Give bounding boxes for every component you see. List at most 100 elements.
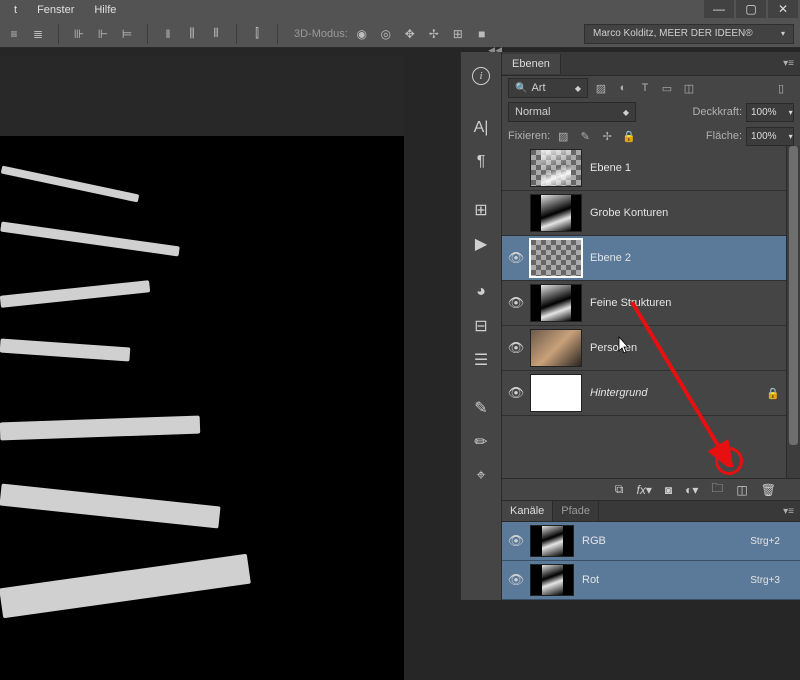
layer-style-icon[interactable]: fx▾	[637, 483, 652, 497]
swatches-icon[interactable]: ⊞	[461, 194, 501, 226]
align-icon[interactable]: ≡	[4, 24, 24, 44]
scrollbar[interactable]	[786, 146, 800, 478]
3d-tool-icon[interactable]: ◉	[352, 24, 372, 44]
link-layers-icon[interactable]: ⧉	[615, 482, 624, 497]
lock-position-icon[interactable]: ✢	[598, 127, 616, 145]
visibility-toggle[interactable]: 👁	[502, 572, 530, 588]
minimize-button[interactable]: —	[704, 0, 734, 18]
distribute-icon[interactable]: ⊩	[93, 24, 113, 44]
type-tool-icon[interactable]: A|	[461, 112, 501, 144]
layer-name[interactable]: Ebene 2	[590, 252, 631, 264]
3d-tool-icon[interactable]: ■	[472, 24, 492, 44]
visibility-toggle[interactable]: 👁	[502, 385, 530, 401]
swatches-grid-icon[interactable]: ⊟	[461, 310, 501, 342]
tab-pfade[interactable]: Pfade	[553, 501, 599, 521]
brush-icon[interactable]: ✎	[461, 392, 501, 424]
layer-name[interactable]: Hintergrund	[590, 387, 647, 399]
layers-panel: Ebenen ▾≡ 🔍 Art ◆ ▨ ◐ T ▭ ◫ ▯ Normal◆ De…	[502, 52, 800, 600]
tab-kanale[interactable]: Kanäle	[502, 501, 553, 521]
filter-adjustment-icon[interactable]: ◐	[614, 79, 632, 97]
3d-tool-icon[interactable]: ⊞	[448, 24, 468, 44]
layer-thumbnail[interactable]	[530, 194, 582, 232]
visibility-toggle[interactable]: 👁	[502, 533, 530, 549]
layer-thumbnail[interactable]	[530, 239, 582, 277]
distribute-icon[interactable]: ⫿	[247, 24, 267, 44]
project-name-dropdown[interactable]: Marco Kolditz, MEER DER IDEEN®▾	[584, 24, 794, 44]
channel-shortcut: Strg+3	[750, 575, 780, 586]
visibility-toggle[interactable]: 👁	[502, 340, 530, 356]
visibility-toggle[interactable]: 👁	[502, 295, 530, 311]
layer-thumbnail[interactable]	[530, 329, 582, 367]
lock-icon: 🔒	[766, 387, 780, 400]
3d-tool-icon[interactable]: ✢	[424, 24, 444, 44]
layer-filter-dropdown[interactable]: 🔍 Art ◆	[508, 78, 588, 98]
search-icon: 🔍	[515, 83, 527, 94]
adjustment-layer-icon[interactable]: ◐▾	[685, 483, 698, 497]
menu-hilfe[interactable]: Hilfe	[84, 4, 126, 16]
maximize-button[interactable]: ▢	[736, 0, 766, 18]
layer-row[interactable]: 👁 Feine Strukturen	[502, 281, 800, 326]
channels-list: 👁 RGB Strg+2 👁 Rot Strg+3	[502, 522, 800, 600]
3d-tool-icon[interactable]: ✥	[400, 24, 420, 44]
distribute-icon[interactable]: ‖	[158, 24, 178, 44]
info-icon[interactable]: i	[461, 60, 501, 92]
layer-row[interactable]: Ebene 1	[502, 146, 800, 191]
layer-row[interactable]: Grobe Konturen	[502, 191, 800, 236]
menu-fenster[interactable]: Fenster	[27, 4, 84, 16]
layer-thumbnail[interactable]	[530, 374, 582, 412]
layer-name[interactable]: Feine Strukturen	[590, 297, 671, 309]
fill-label: Fläche:	[706, 130, 742, 142]
paragraph-icon[interactable]: ¶	[461, 146, 501, 178]
channel-shortcut: Strg+2	[750, 536, 780, 547]
filter-shape-icon[interactable]: ▭	[658, 79, 676, 97]
lock-transparency-icon[interactable]: ▨	[554, 127, 572, 145]
layer-name[interactable]: Ebene 1	[590, 162, 631, 174]
brush-presets-icon[interactable]: ✏	[461, 426, 501, 458]
layer-row[interactable]: 👁 Ebene 2	[502, 236, 800, 281]
layer-group-icon[interactable]: 🗀	[711, 479, 723, 500]
layer-row[interactable]: 👁 Personen	[502, 326, 800, 371]
options-bar: ≡ ≣ ⊪ ⊩ ⊨ ‖ ⫼ ⫴ ⫿ 3D-Modus: ◉ ◎ ✥ ✢ ⊞ ■ …	[0, 20, 800, 48]
adjustments-icon[interactable]: ☰	[461, 344, 501, 376]
channel-thumbnail[interactable]	[530, 564, 574, 596]
channel-row[interactable]: 👁 Rot Strg+3	[502, 561, 800, 600]
canvas-image[interactable]	[0, 136, 404, 680]
distribute-icon[interactable]: ⊪	[69, 24, 89, 44]
channel-row[interactable]: 👁 RGB Strg+2	[502, 522, 800, 561]
layer-name[interactable]: Grobe Konturen	[590, 207, 668, 219]
filter-pixel-icon[interactable]: ▨	[592, 79, 610, 97]
lock-pixels-icon[interactable]: ✎	[576, 127, 594, 145]
lock-label: Fixieren:	[508, 130, 550, 142]
filter-smartobject-icon[interactable]: ◫	[680, 79, 698, 97]
fill-input[interactable]: 100%▾	[746, 127, 794, 146]
new-layer-icon[interactable]: ◫	[736, 483, 747, 497]
delete-layer-icon[interactable]: 🗑	[761, 483, 776, 497]
panel-options-icon[interactable]: ▾≡	[777, 506, 800, 517]
visibility-toggle[interactable]: 👁	[502, 250, 530, 266]
tab-ebenen[interactable]: Ebenen	[502, 54, 561, 74]
play-icon[interactable]: ▶	[461, 228, 501, 260]
lock-all-icon[interactable]: 🔒	[620, 127, 638, 145]
close-button[interactable]: ✕	[768, 0, 798, 18]
distribute-icon[interactable]: ⫼	[182, 24, 202, 44]
distribute-icon[interactable]: ⊨	[117, 24, 137, 44]
clone-source-icon[interactable]: ⌖	[461, 460, 501, 492]
layers-list: Ebene 1 Grobe Konturen 👁 Ebene 2 👁 Feine…	[502, 146, 800, 478]
vertical-tool-strip: i A| ¶ ⊞ ▶ ◕ ⊟ ☰ ✎ ✏ ⌖	[460, 52, 502, 600]
panel-options-icon[interactable]: ▾≡	[777, 58, 800, 69]
truncated-menu[interactable]: t	[4, 4, 27, 16]
align-icon[interactable]: ≣	[28, 24, 48, 44]
color-wheel-icon[interactable]: ◕	[461, 276, 501, 308]
layer-thumbnail[interactable]	[530, 149, 582, 187]
opacity-input[interactable]: 100%▾	[746, 103, 794, 122]
filter-type-icon[interactable]: T	[636, 79, 654, 97]
distribute-icon[interactable]: ⫴	[206, 24, 226, 44]
blend-mode-dropdown[interactable]: Normal◆	[508, 102, 636, 122]
layer-row[interactable]: 👁 Hintergrund 🔒	[502, 371, 800, 416]
layer-thumbnail[interactable]	[530, 284, 582, 322]
layer-name[interactable]: Personen	[590, 342, 637, 354]
channel-thumbnail[interactable]	[530, 525, 574, 557]
layer-mask-icon[interactable]: ◙	[665, 483, 672, 497]
3d-tool-icon[interactable]: ◎	[376, 24, 396, 44]
filter-switch-icon[interactable]: ▯	[772, 79, 790, 97]
